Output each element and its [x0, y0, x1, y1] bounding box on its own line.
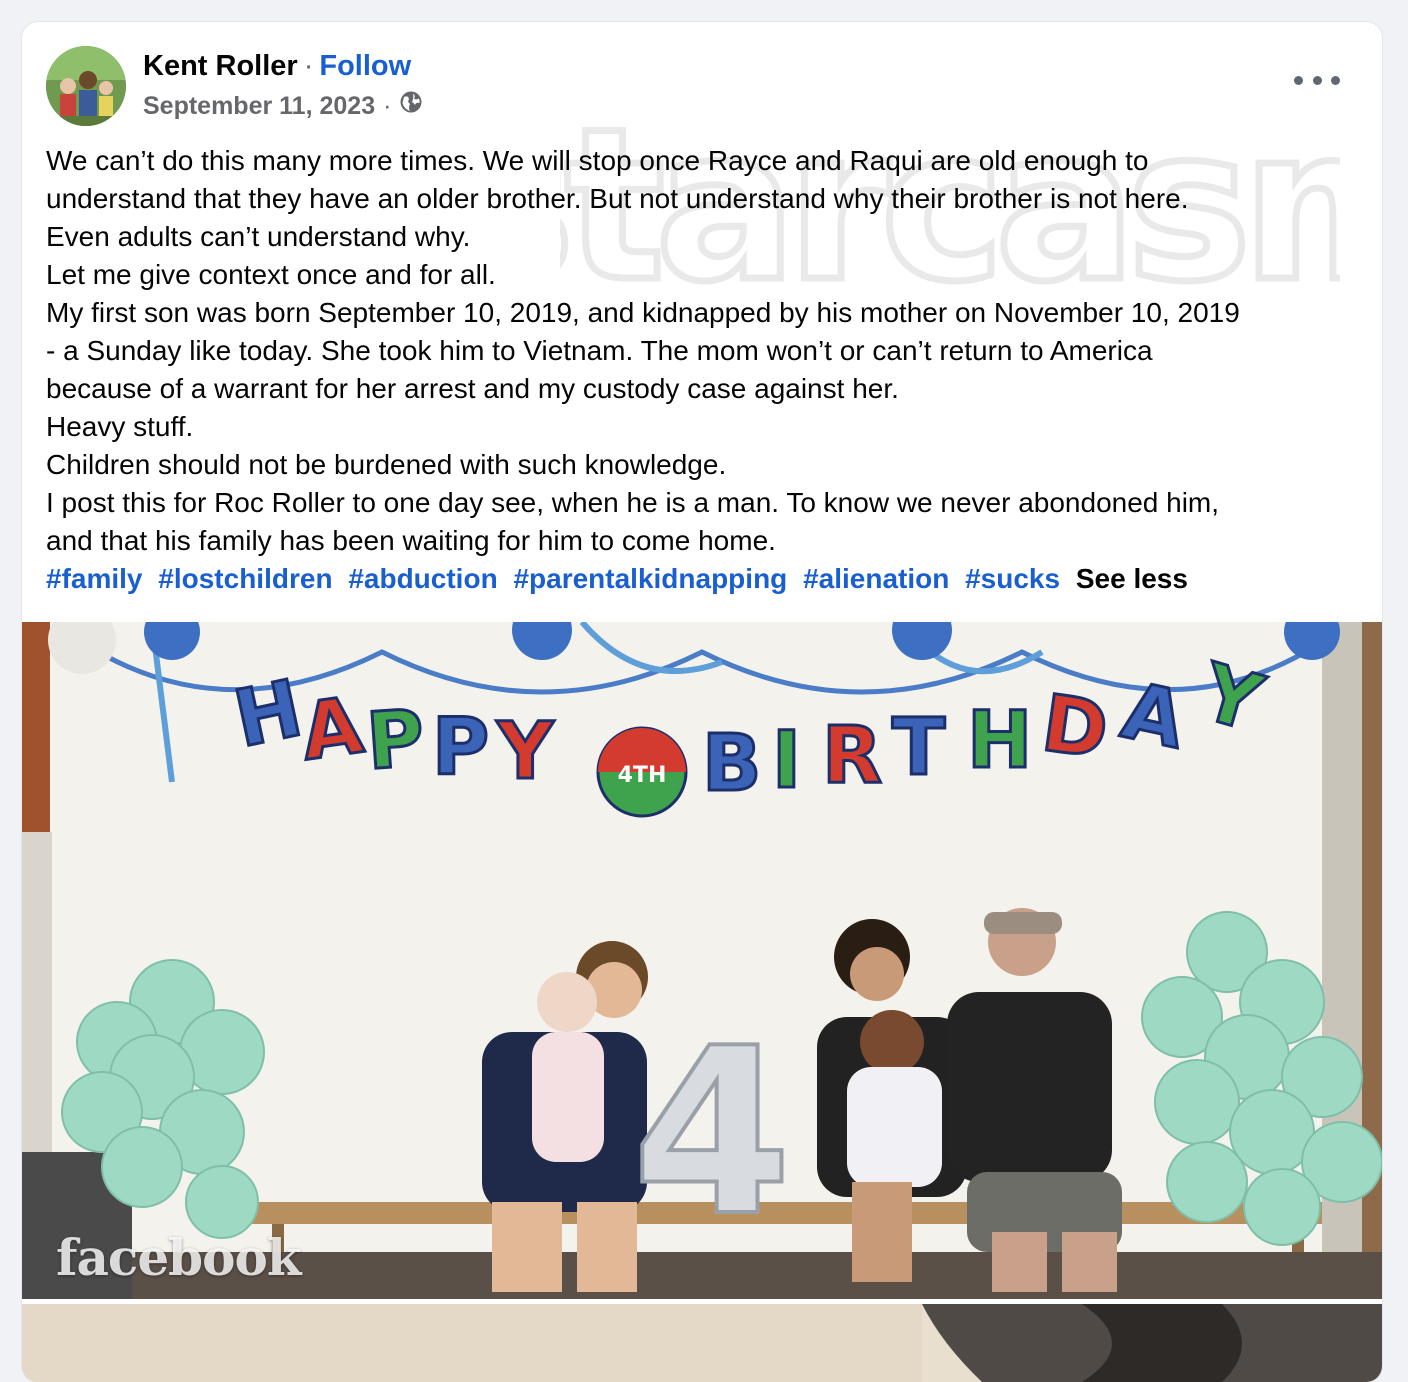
post-line: because of a warrant for her arrest and … — [46, 373, 899, 404]
post-line: Let me give context once and for all. — [46, 259, 496, 290]
more-dot — [1312, 75, 1322, 85]
post-header: Kent Roller · Follow September 11, 2023 · — [22, 22, 1382, 152]
facebook-watermark: facebook — [56, 1228, 301, 1287]
hashtag-link[interactable]: #family — [46, 563, 143, 594]
author-line: Kent Roller · Follow — [143, 48, 411, 84]
post-line: - a Sunday like today. She took him to V… — [46, 335, 1153, 366]
post-line: Children should not be burdened with suc… — [46, 449, 727, 480]
banner-letter: Y — [496, 707, 555, 797]
banner-letter: D — [1037, 679, 1114, 777]
banner-letter: R — [822, 711, 882, 801]
post-line: understand that they have an older broth… — [46, 183, 1189, 214]
post-photo[interactable]: H A P P Y B I R T H D A Y 4TH 4 — [22, 622, 1382, 1299]
author-avatar[interactable] — [46, 46, 126, 126]
banner-letter: A — [296, 681, 368, 779]
post-body: We can’t do this many more times. We wil… — [46, 142, 1366, 598]
more-dot — [1331, 75, 1340, 85]
hashtag-link[interactable]: #lostchildren — [158, 563, 332, 594]
banner-letter: P — [364, 694, 427, 788]
name-separator: · — [303, 50, 314, 82]
meta-separator: · — [383, 92, 392, 120]
hashtag-link[interactable]: #alienation — [803, 563, 949, 594]
post-card: Kent Roller · Follow September 11, 2023 · … — [22, 22, 1382, 1382]
post-line: I post this for Roc Roller to one day se… — [46, 487, 1220, 518]
see-less-button[interactable]: See less — [1076, 563, 1188, 594]
post-date[interactable]: September 11, 2023 — [143, 90, 375, 122]
post-line: Heavy stuff. — [46, 411, 194, 442]
hashtag-line: #family #lostchildren #abduction #parent… — [46, 560, 1366, 598]
banner-letter: I — [772, 716, 801, 806]
author-name[interactable]: Kent Roller — [143, 50, 298, 82]
post-line: Even adults can’t understand why. — [46, 221, 471, 252]
age-badge: 4TH — [618, 763, 667, 788]
post-line: and that his family has been waiting for… — [46, 525, 776, 556]
post-line: My first son was born September 10, 2019… — [46, 297, 1240, 328]
second-photo-preview[interactable] — [22, 1304, 1382, 1382]
banner-letter: T — [892, 703, 945, 793]
hashtag-link[interactable]: #sucks — [965, 563, 1060, 594]
more-dot — [1294, 75, 1303, 85]
banner-letter: H — [967, 696, 1032, 786]
follow-button[interactable]: Follow — [319, 50, 411, 82]
banner-letter: P — [432, 703, 489, 793]
globe-icon[interactable] — [399, 90, 423, 122]
more-options-icon[interactable] — [1294, 66, 1340, 94]
hashtag-link[interactable]: #parentalkidnapping — [513, 563, 787, 594]
number-balloon: 4 — [632, 1000, 792, 1267]
hashtag-link[interactable]: #abduction — [348, 563, 497, 594]
post-meta: September 11, 2023 · — [143, 90, 423, 122]
banner-letter: B — [702, 719, 761, 809]
post-line: We can’t do this many more times. We wil… — [46, 145, 1149, 176]
